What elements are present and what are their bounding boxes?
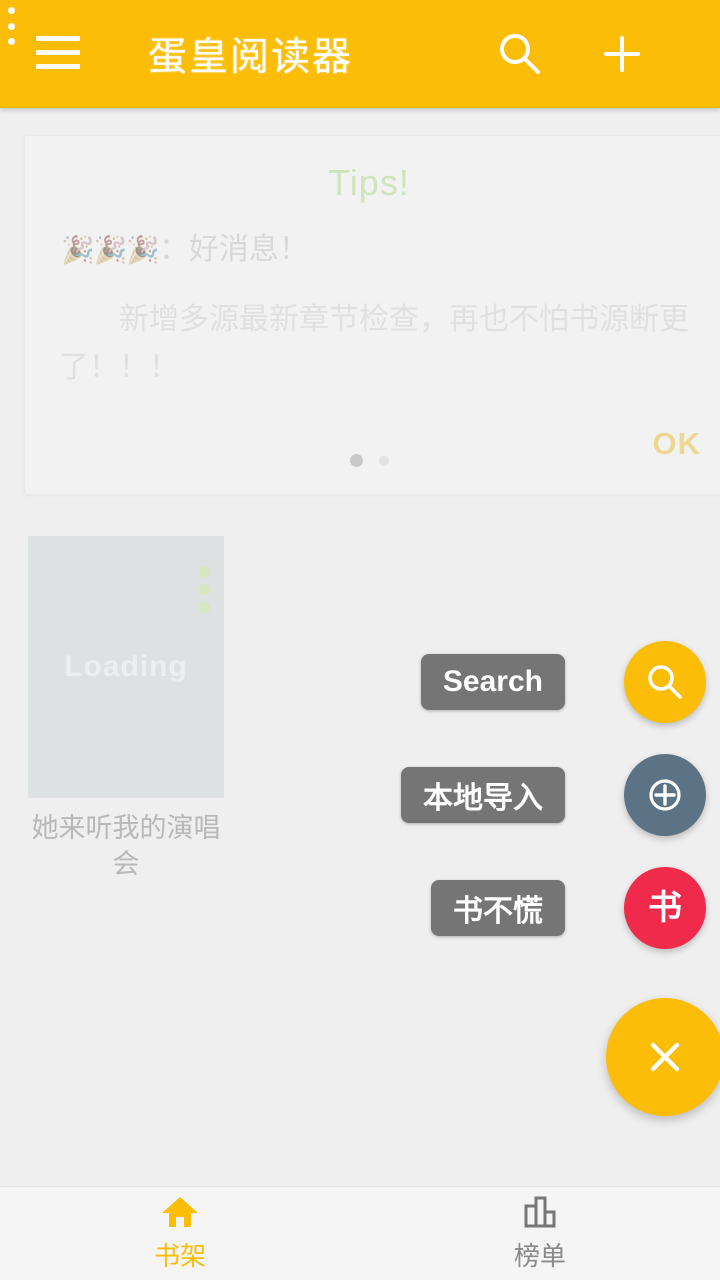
fab-action-local-import: 本地导入 <box>0 754 720 836</box>
hamburger-bar <box>36 64 80 69</box>
book-character-icon: 书 <box>648 889 682 927</box>
app-bar: 蛋皇阅读器 <box>0 0 720 108</box>
fab-action-shubuhuang: 书不慌 书 <box>0 867 720 949</box>
nav-item-rankings[interactable]: 榜单 <box>360 1187 720 1280</box>
search-icon <box>648 665 682 699</box>
fab-action-search: Search <box>0 641 720 723</box>
main-fab-button[interactable] <box>606 998 720 1116</box>
nav-label-bookshelf: 书架 <box>153 1241 206 1271</box>
hamburger-bar <box>36 36 80 41</box>
overflow-dot <box>7 22 15 30</box>
page-title: 蛋皇阅读器 <box>148 36 354 79</box>
home-icon <box>162 1197 198 1227</box>
fab-action-label-search[interactable]: Search <box>420 654 565 710</box>
shubuhuang-fab-button[interactable]: 书 <box>624 867 706 949</box>
nav-item-bookshelf[interactable]: 书架 <box>0 1187 360 1280</box>
overflow-menu-icon[interactable] <box>0 0 22 52</box>
close-x-icon <box>650 1042 680 1072</box>
fab-action-label-shubuhuang[interactable]: 书不慌 <box>431 880 565 936</box>
bar-chart-icon <box>524 1196 556 1228</box>
search-fab-button[interactable] <box>624 641 706 723</box>
overflow-dot <box>7 7 15 14</box>
fab-action-label-local-import[interactable]: 本地导入 <box>401 767 565 823</box>
app-screen: 蛋皇阅读器 Tips! 🎉🎉🎉：好消息！ 新增多源最新章节检查，再也不怕书源断更… <box>0 0 720 1280</box>
fab-speed-dial: Search 本地导入 书不慌 书 <box>0 0 720 1280</box>
bottom-navigation-bar: 书架 榜单 <box>0 1186 720 1280</box>
nav-label-rankings: 榜单 <box>513 1241 566 1271</box>
search-icon[interactable] <box>494 28 546 80</box>
add-circle-icon <box>649 779 681 811</box>
overflow-dot <box>7 38 15 45</box>
local-import-fab-button[interactable] <box>624 754 706 836</box>
hamburger-menu-icon[interactable] <box>36 36 80 69</box>
hamburger-bar <box>36 50 80 55</box>
plus-icon[interactable] <box>596 28 648 80</box>
